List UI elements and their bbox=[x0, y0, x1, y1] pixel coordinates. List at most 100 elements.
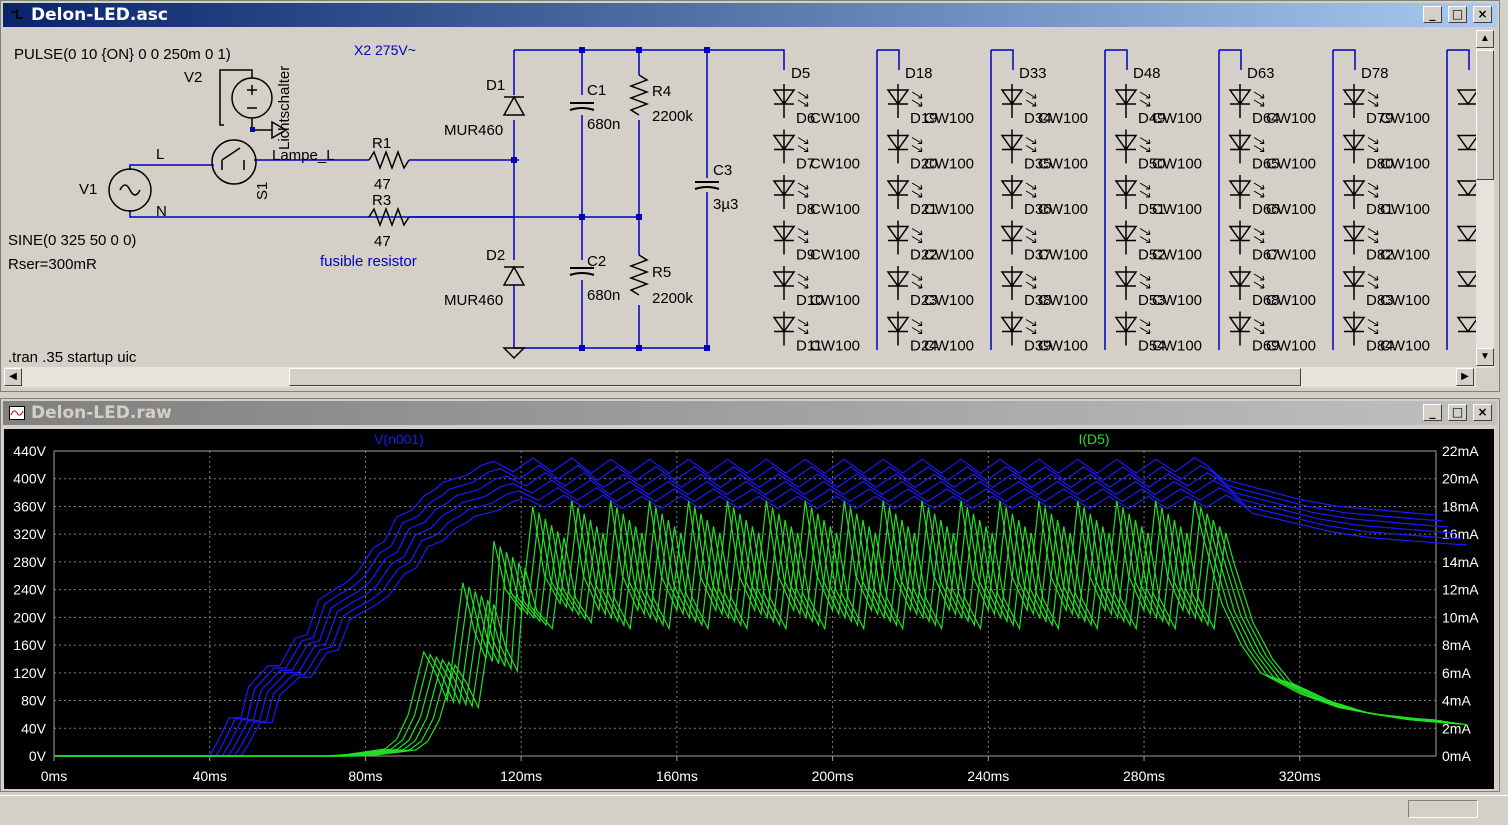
scroll-left-button[interactable]: ◀ bbox=[4, 368, 22, 386]
led-model-label: CW100 bbox=[1380, 292, 1430, 309]
r1-label: R1 bbox=[372, 135, 391, 152]
led-model-label: CW100 bbox=[1152, 110, 1202, 127]
plot-close-button[interactable]: × bbox=[1473, 404, 1492, 421]
scroll-down-button[interactable]: ▼ bbox=[1476, 348, 1494, 366]
waveform-plot[interactable]: 0ms 40ms 80ms 120ms 160ms 200ms 240ms 280ms 320m… bbox=[4, 429, 1494, 789]
led-model-label: CW100 bbox=[810, 110, 860, 127]
led-model-label: CW100 bbox=[1038, 156, 1088, 173]
r3-label: R3 bbox=[372, 192, 391, 209]
r4-label: R4 bbox=[652, 83, 671, 100]
y-left-tick-label: 320V bbox=[13, 526, 46, 542]
plot-minimize-button[interactable]: _ bbox=[1423, 404, 1442, 421]
scroll-right-button[interactable]: ▶ bbox=[1456, 368, 1474, 386]
c1-capacitor[interactable] bbox=[569, 102, 595, 111]
d1-model: MUR460 bbox=[444, 122, 503, 139]
x-tick-label: 120ms bbox=[500, 768, 542, 784]
y-right-tick-label: 0mA bbox=[1442, 748, 1471, 764]
led-array: D5D6CW100D7CW100D8CW100D9CW100D10CW100D1… bbox=[772, 65, 1479, 355]
r4-value: 2200k bbox=[652, 108, 693, 125]
led-model-label: CW100 bbox=[1038, 201, 1088, 218]
r1-value: 47 bbox=[374, 176, 391, 193]
schematic-maximize-button[interactable]: □ bbox=[1448, 6, 1467, 23]
y-right-tick-label: 10mA bbox=[1442, 609, 1479, 625]
series-label[interactable]: V(n001) bbox=[374, 431, 424, 447]
voltage-trace bbox=[54, 457, 1437, 757]
led-column-header: D33 bbox=[1019, 65, 1047, 82]
waveform-chart: 0ms 40ms 80ms 120ms 160ms 200ms 240ms 280ms 320m… bbox=[13, 431, 1479, 784]
led-model-label: CW100 bbox=[1380, 338, 1430, 355]
lampe-l-label: Lampe_L bbox=[272, 147, 335, 164]
y-left-tick-label: 200V bbox=[13, 609, 46, 625]
led-diode-partial bbox=[1456, 316, 1479, 333]
r5-resistor[interactable] bbox=[628, 254, 650, 296]
scroll-up-button[interactable]: ▲ bbox=[1476, 30, 1494, 48]
led-model-label: CW100 bbox=[810, 247, 860, 264]
led-model-label: CW100 bbox=[1380, 110, 1430, 127]
y-right-tick-label: 16mA bbox=[1442, 526, 1479, 542]
led-model-label: CW100 bbox=[1266, 338, 1316, 355]
y-left-tick-label: 120V bbox=[13, 665, 46, 681]
sine-spec-text: SINE(0 325 50 0 0) bbox=[8, 232, 136, 249]
horizontal-scroll-thumb[interactable] bbox=[289, 368, 1301, 386]
led-column-header: D63 bbox=[1247, 65, 1275, 82]
vertical-scroll-thumb[interactable] bbox=[1476, 50, 1494, 180]
d2-diode[interactable] bbox=[502, 265, 526, 286]
d1-label: D1 bbox=[486, 77, 505, 94]
led-column-header: D18 bbox=[905, 65, 933, 82]
s1-label: S1 bbox=[254, 182, 271, 200]
v1-voltage-source[interactable] bbox=[108, 168, 152, 212]
schematic-minimize-button[interactable]: _ bbox=[1423, 6, 1442, 23]
led-model-label: CW100 bbox=[810, 338, 860, 355]
led-model-label: CW100 bbox=[1266, 156, 1316, 173]
lichtschalter-label: Lichtschalter bbox=[276, 66, 293, 150]
status-panel bbox=[1408, 800, 1478, 818]
c3-capacitor[interactable] bbox=[694, 181, 720, 190]
schematic-titlebar[interactable]: Delon-LED.asc _ □ × bbox=[3, 3, 1497, 27]
y-right-tick-label: 18mA bbox=[1442, 498, 1479, 514]
led-model-label: CW100 bbox=[1152, 247, 1202, 264]
led-column-header: D5 bbox=[791, 65, 810, 82]
led-diode-partial bbox=[1456, 180, 1479, 197]
fusible-resistor-note: fusible resistor bbox=[320, 253, 417, 270]
x-tick-label: 160ms bbox=[656, 768, 698, 784]
led-model-label: CW100 bbox=[1152, 292, 1202, 309]
node-n-label: N bbox=[156, 203, 167, 220]
y-right-tick-label: 4mA bbox=[1442, 693, 1471, 709]
current-trace bbox=[54, 507, 1443, 757]
c1-label: C1 bbox=[587, 82, 606, 99]
schematic-horizontal-scrollbar[interactable]: ◀ ▶ bbox=[4, 367, 1476, 387]
current-trace-group[interactable] bbox=[54, 500, 1468, 757]
v1-label: V1 bbox=[79, 181, 97, 198]
d1-diode[interactable] bbox=[502, 95, 526, 116]
y-left-tick-label: 40V bbox=[21, 720, 47, 736]
plot-titlebar[interactable]: Delon-LED.raw _ □ × bbox=[3, 401, 1497, 425]
s1-switch[interactable] bbox=[211, 139, 257, 185]
led-model-label: CW100 bbox=[924, 292, 974, 309]
led-diode-partial bbox=[1456, 134, 1479, 151]
y-left-tick-label: 80V bbox=[21, 693, 47, 709]
y-left-tick-label: 160V bbox=[13, 637, 46, 653]
led-model-label: CW100 bbox=[810, 156, 860, 173]
led-diode-partial bbox=[1456, 225, 1479, 242]
led-model-label: CW100 bbox=[924, 201, 974, 218]
led-model-label: CW100 bbox=[1038, 292, 1088, 309]
led-model-label: CW100 bbox=[810, 292, 860, 309]
y-right-tick-label: 12mA bbox=[1442, 582, 1479, 598]
schematic-canvas[interactable]: D5 D6 CW100 D7 CW100 D8 CW100 D9 CW100 D10 CW100 D1… bbox=[4, 30, 1479, 366]
schematic-vertical-scrollbar[interactable]: ▲ ▼ bbox=[1476, 30, 1494, 368]
led-model-label: CW100 bbox=[1380, 247, 1430, 264]
led-column-header: D48 bbox=[1133, 65, 1161, 82]
schematic-title: Delon-LED.asc bbox=[31, 5, 168, 25]
plot-maximize-button[interactable]: □ bbox=[1448, 404, 1467, 421]
voltage-trace bbox=[54, 486, 1461, 757]
voltage-trace-group[interactable] bbox=[54, 457, 1468, 757]
schematic-drawing: D5D6CW100D7CW100D8CW100D9CW100D10CW100D1… bbox=[8, 42, 1479, 366]
pulse-spec-text: PULSE(0 10 {ON} 0 0 250m 0 1) bbox=[14, 46, 231, 63]
series-label[interactable]: I(D5) bbox=[1078, 431, 1109, 447]
r1-resistor[interactable] bbox=[368, 149, 410, 171]
schematic-close-button[interactable]: × bbox=[1473, 6, 1492, 23]
r4-resistor[interactable] bbox=[628, 74, 650, 116]
y-left-tick-label: 0V bbox=[29, 748, 47, 764]
led-model-label: CW100 bbox=[1266, 110, 1316, 127]
ground-symbol bbox=[502, 347, 526, 360]
